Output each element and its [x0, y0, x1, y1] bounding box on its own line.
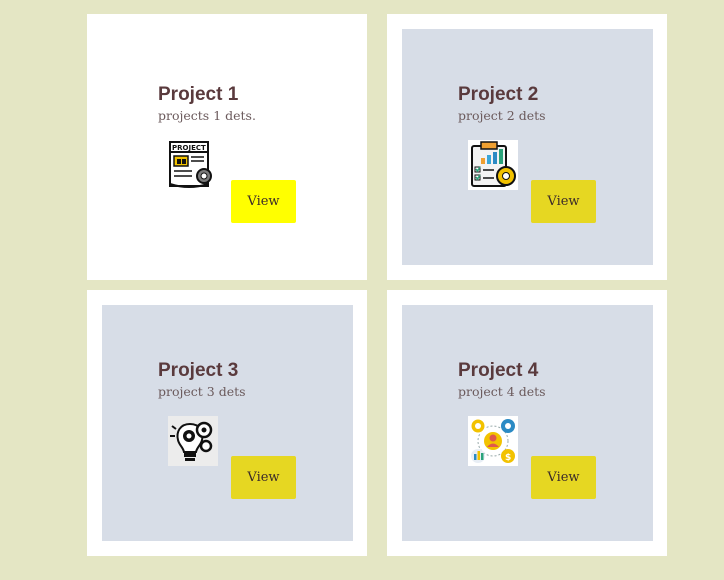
project-description: project 4 dets [458, 384, 546, 399]
view-button[interactable]: View [531, 456, 596, 499]
project-card-content: Project 1 projects 1 dets. PROJECT View [158, 84, 338, 223]
project-title: Project 1 [158, 84, 239, 105]
project-title: Project 2 [458, 84, 539, 105]
project-description: projects 1 dets. [158, 108, 256, 123]
project-card-content: Project 2 project 2 dets View [458, 84, 638, 223]
clipboard-chart-gear-icon [468, 140, 518, 190]
card-panel [402, 29, 653, 265]
project-description: project 3 dets [158, 384, 246, 399]
project-card-2: Project 2 project 2 dets View [387, 14, 667, 280]
view-button[interactable]: View [531, 180, 596, 223]
project-card-4: Project 4 project 4 dets $ View [387, 290, 667, 556]
svg-text:$: $ [505, 453, 511, 463]
project-card-1: Project 1 projects 1 dets. PROJECT View [87, 14, 367, 280]
view-button[interactable]: View [231, 180, 296, 223]
project-description: project 2 dets [458, 108, 546, 123]
project-card-3: Project 3 project 3 dets View [87, 290, 367, 556]
card-panel [102, 305, 353, 541]
project-card-content: Project 3 project 3 dets View [158, 360, 338, 499]
project-document-gear-icon: PROJECT [168, 140, 218, 190]
view-button[interactable]: View [231, 456, 296, 499]
project-card-content: Project 4 project 4 dets $ View [458, 360, 638, 499]
lightbulb-gears-icon [168, 416, 218, 466]
project-title: Project 3 [158, 360, 239, 381]
project-title: Project 4 [458, 360, 539, 381]
svg-text:PROJECT: PROJECT [172, 144, 206, 152]
team-network-icon: $ [468, 416, 518, 466]
card-panel [402, 305, 653, 541]
